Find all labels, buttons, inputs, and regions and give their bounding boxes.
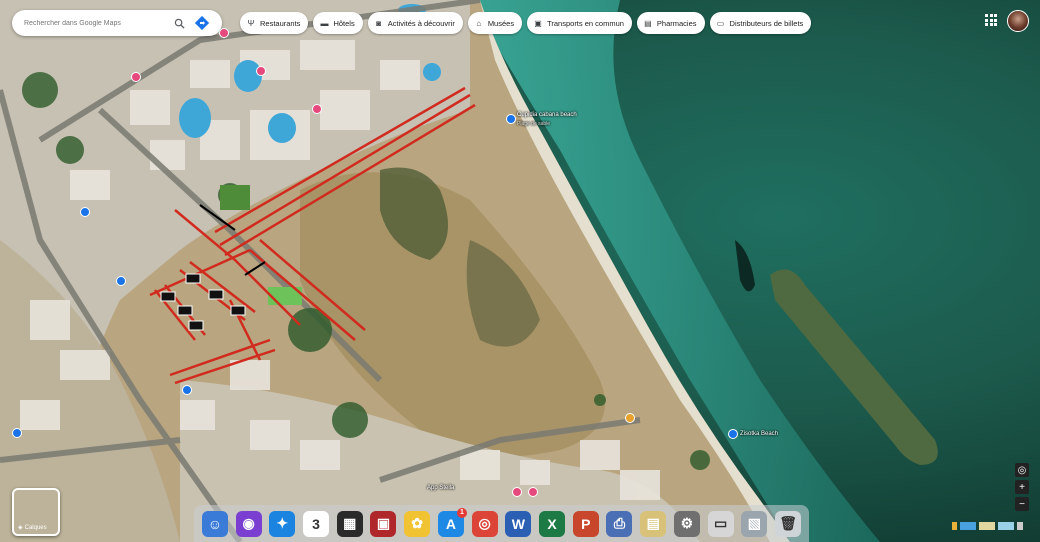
place-pin-icon[interactable] [116,276,126,286]
chip-museums[interactable]: ⌂ Musées [467,12,523,34]
place-pin-icon[interactable] [12,428,22,438]
camera-icon: ◙ [376,18,382,28]
hotel-pin-icon[interactable] [312,104,322,114]
excel-icon[interactable]: X [539,510,566,537]
google-apps-icon[interactable] [985,14,997,26]
safari-icon[interactable]: ✦ [269,510,296,537]
map-label-app-stella[interactable]: App Stella [427,485,454,491]
photo-booth-icon[interactable]: ▣ [370,510,397,537]
map-label-cupidia[interactable]: Cupidia cabana beach [517,112,577,118]
hotel-pin-icon[interactable] [131,72,141,82]
hotel-pin-icon[interactable] [256,66,266,76]
pill-icon: ▤ [644,18,652,28]
search-input[interactable] [22,18,166,28]
atm-icon: ▭ [716,18,725,28]
window-thumbnail[interactable] [998,522,1014,530]
beach-pin-icon[interactable] [506,114,516,124]
trash-icon[interactable]: 🗑 [775,510,802,537]
hotel-pin-icon[interactable] [219,28,229,38]
train-icon: ▣ [534,18,542,28]
window-thumbnail[interactable] [960,522,976,530]
stickies-icon[interactable]: ▭ [707,510,734,537]
bed-icon: ▬ [320,18,329,28]
layers-button[interactable]: ◈ Calques [12,488,60,536]
powerpoint-icon[interactable]: P [572,510,599,537]
zoom-out-button[interactable]: − [1015,497,1029,511]
chrome-icon[interactable]: ◎ [471,510,498,537]
search-icon[interactable] [172,16,186,30]
mic-icon[interactable] [952,522,957,530]
calendar-icon[interactable]: 3 [303,510,330,537]
macos-dock: ☺ ◉ ✦ 3 ▦ ▣ ✿ A 1 ◎ W X P ⎙ ▤ ⚙ ▭ ▧ 🗑 [194,505,809,542]
satellite-map[interactable] [0,0,1040,542]
my-location-icon[interactable]: ◎ [1015,463,1029,477]
zoom-controls: ◎ + − [1015,463,1029,511]
notification-badge: 1 [456,507,467,518]
notes-icon[interactable]: ▤ [640,510,667,537]
app-store-icon[interactable]: A1 [437,507,467,537]
chip-pharmacies[interactable]: ▤ Pharmacies [636,12,705,34]
museum-icon: ⌂ [476,18,482,28]
search-box[interactable] [12,10,222,36]
window-thumbnail[interactable] [979,522,995,530]
place-pin-icon[interactable] [625,413,635,423]
place-pin-icon[interactable] [182,385,192,395]
chip-hotels[interactable]: ▬ Hôtels [313,12,363,34]
zoom-in-button[interactable]: + [1015,480,1029,494]
hotel-pin-icon[interactable] [512,487,522,497]
directions-icon[interactable] [194,15,210,31]
category-chips: Ψ Restaurants ▬ Hôtels ◙ Activités à découv… [240,12,812,34]
word-icon[interactable]: W [505,510,532,537]
chip-transit[interactable]: ▣ Transports en commun [527,12,632,34]
chip-restaurants[interactable]: Ψ Restaurants [240,12,309,34]
finder-icon[interactable]: ☺ [201,510,228,537]
map-label-zisotka[interactable]: Zisotka Beach [740,431,778,437]
beach-pin-icon[interactable] [728,429,738,439]
place-pin-icon[interactable] [80,207,90,217]
mission-control-icon[interactable]: ▦ [336,510,363,537]
fork-knife-icon: Ψ [247,18,255,28]
image-capture-icon[interactable]: ▧ [741,510,768,537]
siri-icon[interactable]: ◉ [235,510,262,537]
photos-icon[interactable]: ✿ [404,510,431,537]
chip-activities[interactable]: ◙ Activités à découvrir [367,12,463,34]
menu-icon[interactable] [1017,522,1023,530]
map-label-plage: Plage de sable [517,121,551,127]
preview-icon[interactable]: ⎙ [606,510,633,537]
hotel-pin-icon[interactable] [528,487,538,497]
settings-icon[interactable]: ⚙ [673,510,700,537]
avatar[interactable] [1007,10,1029,32]
layers-icon: ◈ [18,525,23,531]
tray [952,519,1034,533]
chip-atm[interactable]: ▭ Distributeurs de billets [709,12,812,34]
